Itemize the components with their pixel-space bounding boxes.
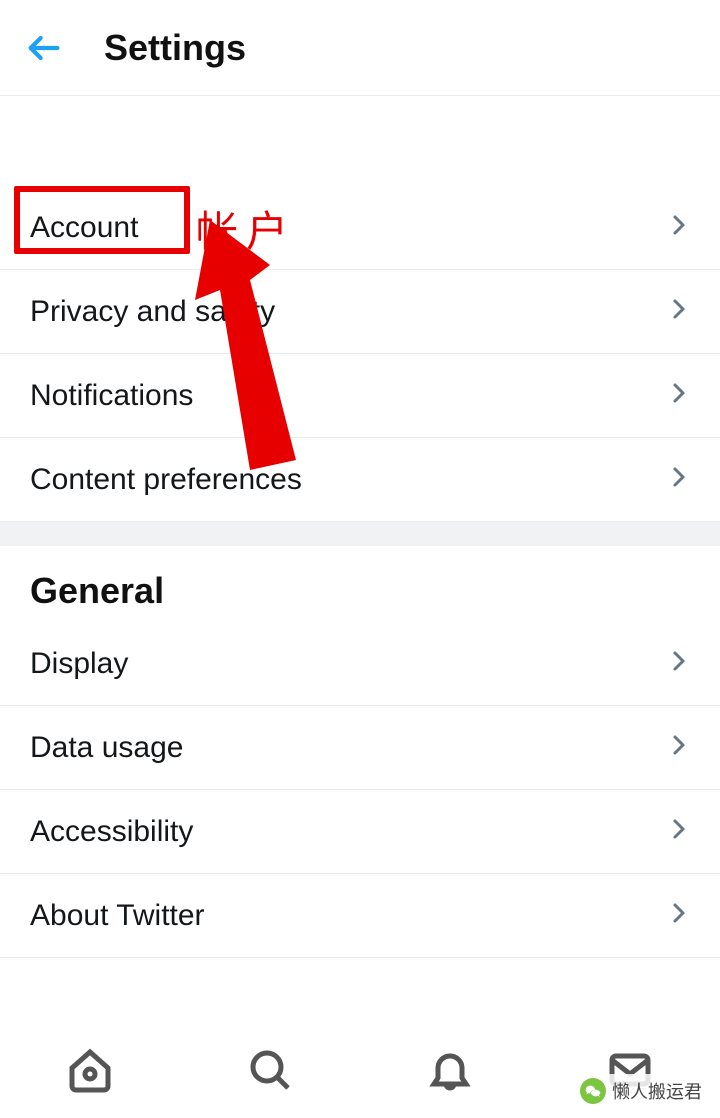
chevron-right-icon <box>666 465 690 494</box>
row-label: Display <box>30 647 128 681</box>
settings-row-content-pref[interactable]: Content preferences <box>0 438 720 522</box>
settings-row-account[interactable]: Account <box>0 186 720 270</box>
row-label: Accessibility <box>30 815 193 849</box>
chevron-right-icon <box>666 733 690 762</box>
settings-row-data-usage[interactable]: Data usage <box>0 706 720 790</box>
tab-search[interactable] <box>222 1022 318 1118</box>
arrow-left-icon <box>24 28 64 68</box>
tab-notifications[interactable] <box>402 1022 498 1118</box>
row-label: Account <box>30 211 138 245</box>
back-button[interactable] <box>20 24 68 72</box>
settings-row-privacy[interactable]: Privacy and safety <box>0 270 720 354</box>
chevron-right-icon <box>666 381 690 410</box>
tab-home[interactable] <box>42 1022 138 1118</box>
chevron-right-icon <box>666 817 690 846</box>
chevron-right-icon <box>666 649 690 678</box>
spacer <box>0 96 720 186</box>
page-title: Settings <box>104 27 246 69</box>
settings-row-notifications[interactable]: Notifications <box>0 354 720 438</box>
row-label: Privacy and safety <box>30 295 275 329</box>
watermark: 懒人搬运君 <box>570 1074 712 1108</box>
settings-row-display[interactable]: Display <box>0 622 720 706</box>
settings-row-about[interactable]: About Twitter <box>0 874 720 958</box>
section-title-general: General <box>0 546 720 622</box>
search-icon <box>246 1046 294 1094</box>
chevron-right-icon <box>666 901 690 930</box>
bell-icon <box>426 1046 474 1094</box>
chevron-right-icon <box>666 297 690 326</box>
home-icon <box>66 1046 114 1094</box>
watermark-text: 懒人搬运君 <box>612 1078 702 1104</box>
wechat-icon <box>580 1078 606 1104</box>
settings-row-accessibility[interactable]: Accessibility <box>0 790 720 874</box>
header-bar: Settings <box>0 0 720 96</box>
row-label: Content preferences <box>30 463 302 497</box>
row-label: Notifications <box>30 379 193 413</box>
chevron-right-icon <box>666 213 690 242</box>
row-label: Data usage <box>30 731 183 765</box>
section-divider <box>0 522 720 546</box>
row-label: About Twitter <box>30 899 205 933</box>
